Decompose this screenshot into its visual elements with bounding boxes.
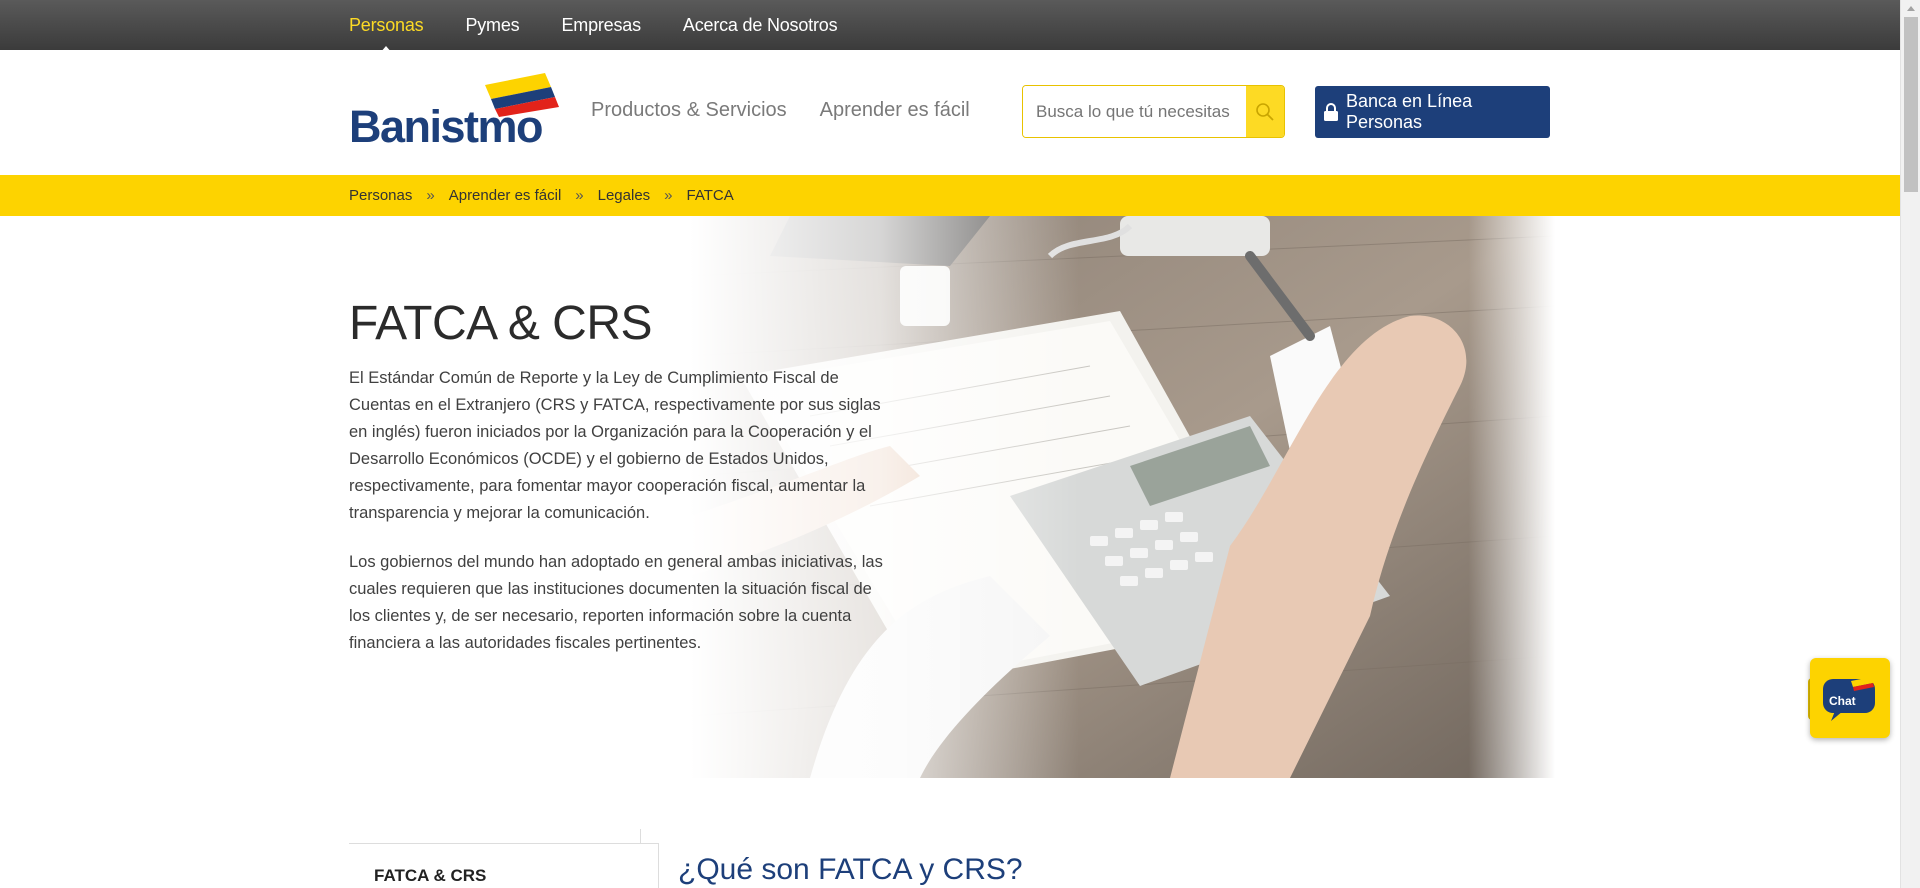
breadcrumb-legales[interactable]: Legales	[598, 187, 651, 204]
nav-productos-servicios[interactable]: Productos & Servicios	[591, 99, 787, 122]
breadcrumb-separator: »	[575, 187, 584, 204]
hero-paragraph: Los gobiernos del mundo han adoptado en …	[349, 553, 883, 652]
logo-text: Banistmo	[349, 101, 544, 152]
banistmo-logo[interactable]: Banistmo	[349, 71, 561, 152]
search-icon	[1256, 102, 1274, 121]
chat-label: Chat	[1829, 694, 1856, 708]
scroll-up-arrow-icon[interactable]	[1901, 0, 1920, 17]
segment-tab-acerca[interactable]: Acerca de Nosotros	[683, 15, 838, 36]
breadcrumb-personas[interactable]: Personas	[349, 187, 412, 204]
header: Banistmo Productos & Servicios Aprender …	[0, 50, 1900, 175]
hero-text: FATCA & CRS El Estándar Común de Reporte…	[349, 296, 889, 679]
section-title: ¿Qué son FATCA y CRS?	[678, 853, 1023, 886]
breadcrumb-current: FATCA	[686, 187, 734, 204]
side-menu-item-fatca-crs[interactable]: FATCA & CRS	[374, 866, 486, 886]
main-nav: Productos & Servicios Aprender es fácil	[591, 99, 1003, 122]
divider	[640, 829, 641, 844]
segment-nav: Personas Pymes Empresas Acerca de Nosotr…	[349, 0, 879, 53]
lock-icon	[1324, 103, 1338, 121]
search-box	[1022, 85, 1285, 138]
hero: FATCA & CRS El Estándar Común de Reporte…	[0, 216, 1900, 778]
segment-tab-personas[interactable]: Personas	[349, 15, 424, 53]
online-banking-label: Banca en Línea Personas	[1346, 91, 1473, 132]
segment-tab-pymes[interactable]: Pymes	[465, 15, 519, 36]
breadcrumb-aprender[interactable]: Aprender es fácil	[449, 187, 562, 204]
nav-aprender-es-facil[interactable]: Aprender es fácil	[820, 99, 970, 122]
hero-paragraph: El Estándar Común de Reporte y la Ley de…	[349, 369, 881, 522]
breadcrumb-separator: »	[426, 187, 435, 204]
breadcrumb-separator: »	[664, 187, 673, 204]
chat-bubble-icon: Chat	[1823, 677, 1875, 721]
vertical-scrollbar[interactable]	[1900, 0, 1920, 888]
online-banking-button[interactable]: Banca en Línea Personas	[1315, 86, 1550, 138]
breadcrumb: Personas » Aprender es fácil » Legales »…	[349, 187, 734, 204]
breadcrumb-bar: Personas » Aprender es fácil » Legales »…	[0, 175, 1900, 216]
segment-tab-empresas[interactable]: Empresas	[561, 15, 641, 36]
content-section: FATCA & CRS ¿Qué son FATCA y CRS?	[0, 776, 1900, 888]
page-title: FATCA & CRS	[349, 297, 653, 350]
search-button[interactable]	[1246, 86, 1284, 137]
page: Personas Pymes Empresas Acerca de Nosotr…	[0, 0, 1900, 888]
search-input[interactable]	[1023, 86, 1246, 137]
top-bar: Personas Pymes Empresas Acerca de Nosotr…	[0, 0, 1900, 53]
chat-button[interactable]: Chat	[1810, 658, 1890, 738]
side-menu: FATCA & CRS	[349, 843, 659, 888]
scroll-thumb[interactable]	[1904, 17, 1918, 192]
